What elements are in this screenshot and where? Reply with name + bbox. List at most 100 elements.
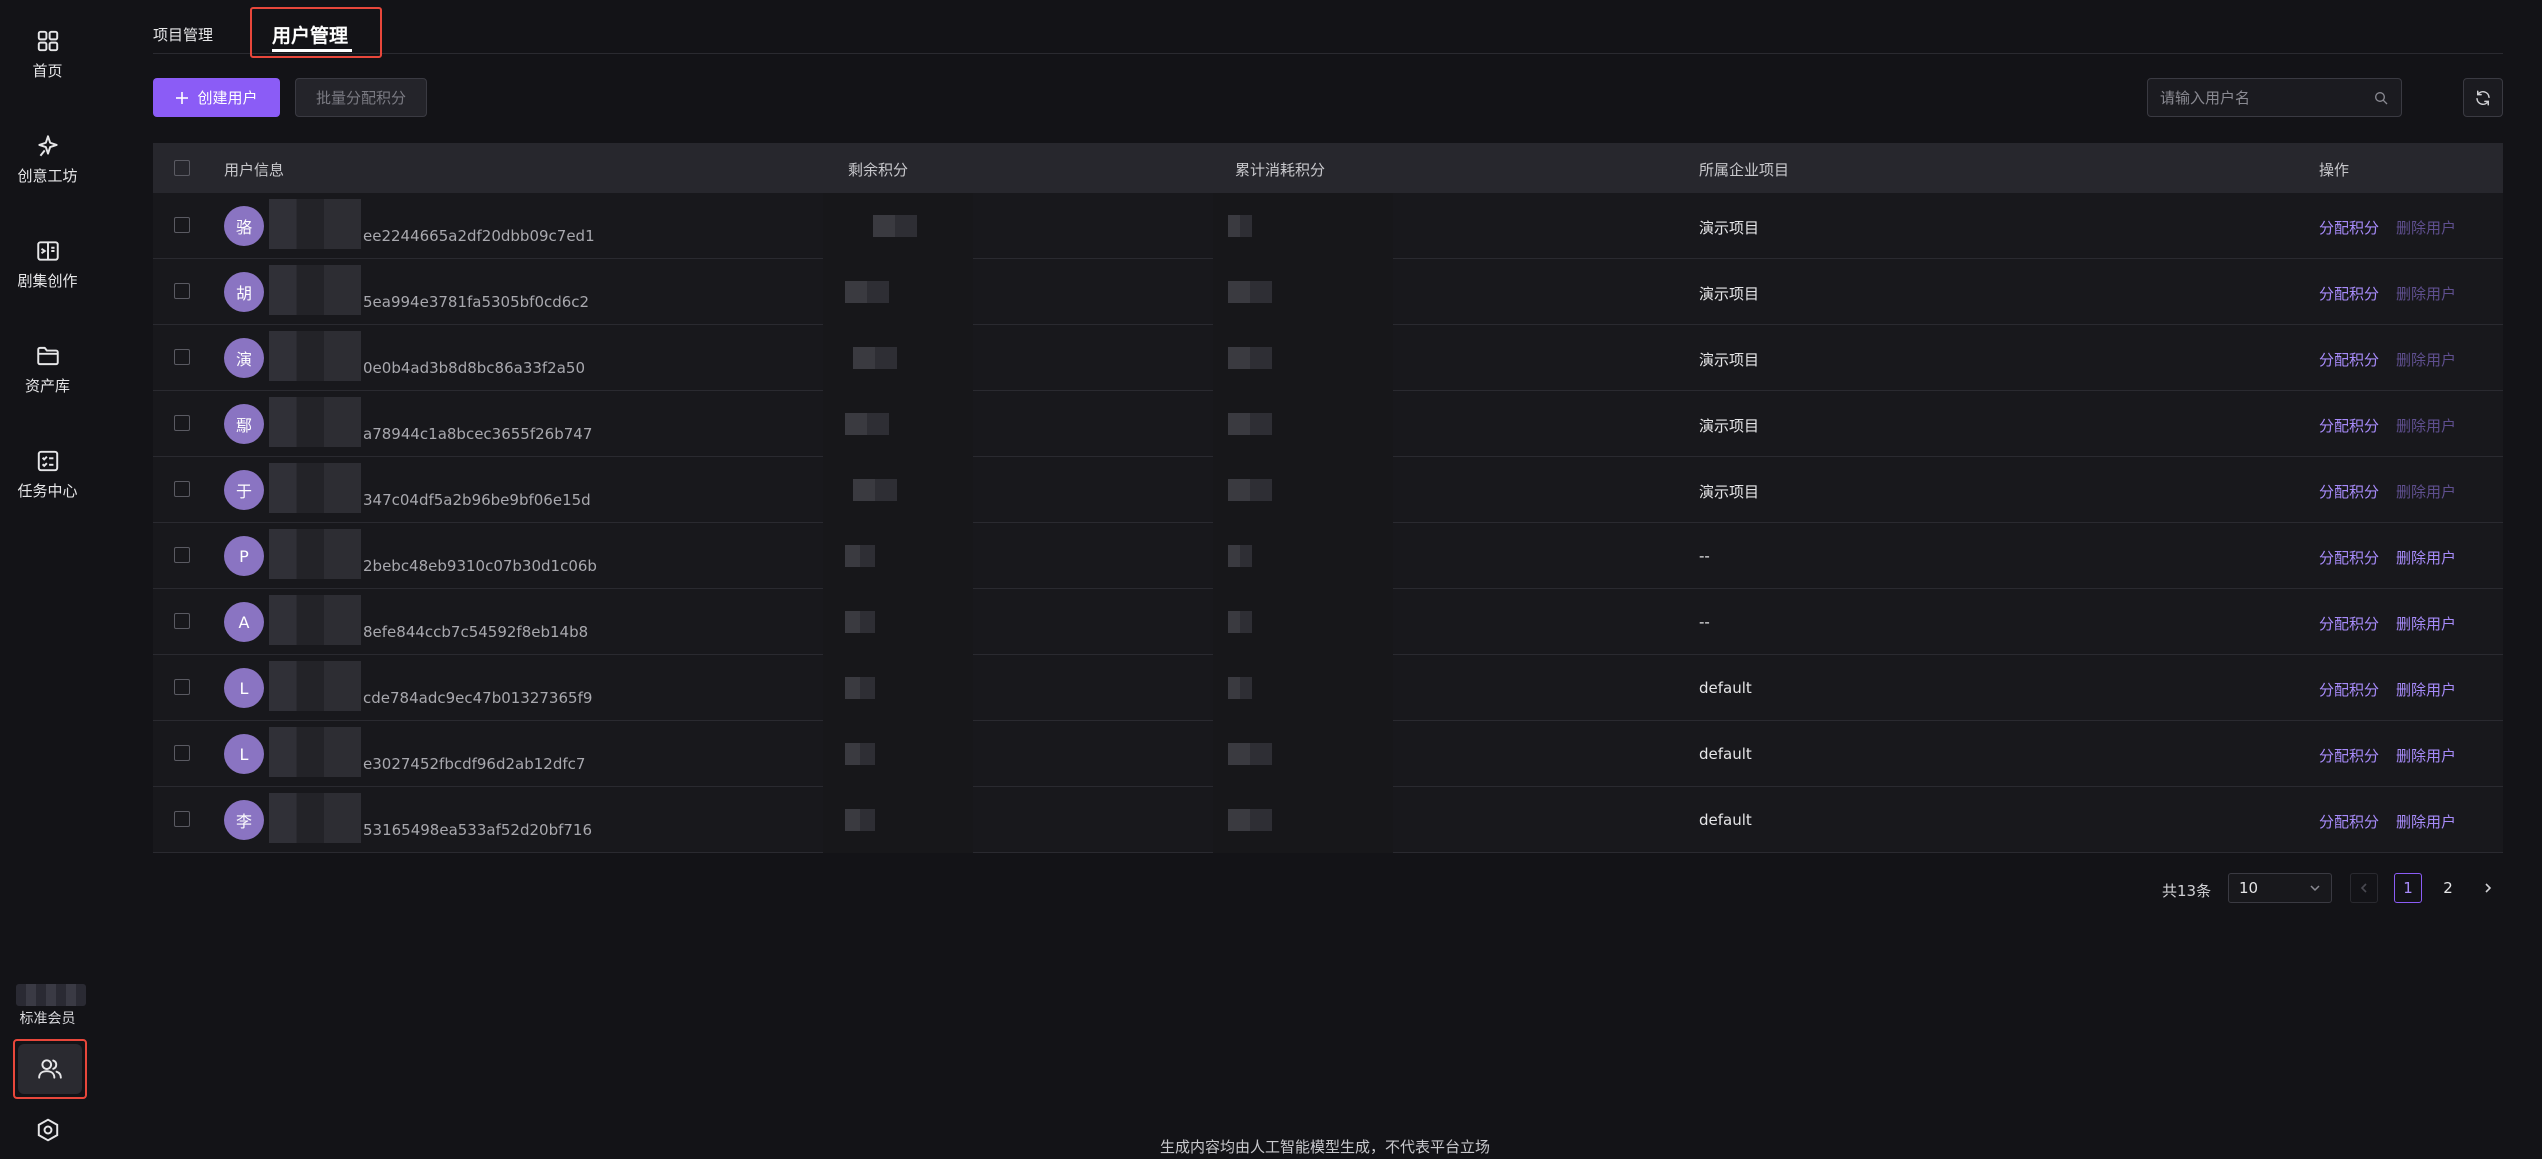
chevron-down-icon — [2310, 885, 2320, 892]
avatar: 胡 — [224, 272, 264, 312]
users-icon — [38, 1059, 62, 1079]
user-id: 8efe844ccb7c54592f8eb14b8 — [363, 623, 589, 641]
sparkle-pin-icon — [37, 135, 58, 157]
project-name: -- — [1699, 547, 1710, 565]
redacted-username — [269, 463, 361, 513]
page-size-select[interactable]: 10 — [2228, 873, 2332, 903]
project-name: 演示项目 — [1699, 219, 1760, 237]
delete-user-link[interactable]: 删除用户 — [2396, 217, 2456, 238]
task-list-icon — [37, 450, 58, 472]
redacted-remaining-points — [845, 281, 889, 303]
member-avatar[interactable] — [16, 984, 86, 1006]
redacted-remaining-points — [853, 479, 897, 501]
redacted-remaining-points — [845, 743, 875, 765]
table-row: 骆 ee2244665a2df20dbb09c7ed1 演示项目 分配积分 删除… — [153, 193, 2503, 259]
delete-user-link[interactable]: 删除用户 — [2396, 679, 2456, 700]
user-management-button[interactable] — [13, 1039, 87, 1099]
user-id: a78944c1a8bcec3655f26b747 — [363, 425, 593, 443]
row-checkbox[interactable] — [174, 415, 190, 431]
folder-icon — [36, 346, 59, 366]
user-id: 347c04df5a2b96be9bf06e15d — [363, 491, 591, 509]
assign-points-link[interactable]: 分配积分 — [2319, 481, 2379, 502]
prev-page-button[interactable] — [2350, 873, 2378, 903]
avatar: 鄢 — [224, 404, 264, 444]
sidebar-item-label: 创意工坊 — [17, 167, 78, 185]
search-icon[interactable] — [2373, 90, 2389, 106]
sidebar-item-series-creation[interactable]: 剧集创作 — [0, 238, 95, 318]
assign-points-link[interactable]: 分配积分 — [2319, 283, 2379, 304]
batch-assign-points-button[interactable]: 批量分配积分 — [295, 78, 427, 117]
avatar: P — [224, 536, 264, 576]
refresh-icon — [2476, 90, 2490, 105]
page-1-button[interactable]: 1 — [2394, 873, 2422, 903]
avatar-initial: 骆 — [235, 218, 252, 237]
row-checkbox[interactable] — [174, 349, 190, 365]
redacted-username — [269, 727, 361, 777]
chevron-right-icon — [2485, 883, 2492, 893]
sidebar-item-home[interactable]: 首页 — [0, 28, 95, 108]
sidebar-item-creative-workshop[interactable]: 创意工坊 — [0, 133, 95, 213]
create-user-label: 创建用户 — [197, 89, 258, 107]
row-checkbox[interactable] — [174, 481, 190, 497]
avatar: 演 — [224, 338, 264, 378]
project-name: 演示项目 — [1699, 285, 1760, 303]
plus-icon — [176, 91, 189, 104]
redacted-username — [269, 265, 361, 315]
row-checkbox[interactable] — [174, 811, 190, 827]
avatar-initial: L — [239, 678, 249, 698]
delete-user-link[interactable]: 删除用户 — [2396, 415, 2456, 436]
avatar: L — [224, 668, 264, 708]
redacted-consumed-points — [1228, 347, 1272, 369]
redacted-consumed-points — [1228, 611, 1252, 633]
header-consumed-points: 累计消耗积分 — [1235, 161, 1326, 179]
row-checkbox[interactable] — [174, 283, 190, 299]
delete-user-link[interactable]: 删除用户 — [2396, 283, 2456, 304]
username-search-input[interactable] — [2160, 88, 2373, 107]
redacted-remaining-points-area — [823, 457, 973, 523]
assign-points-link[interactable]: 分配积分 — [2319, 415, 2379, 436]
next-page-button[interactable] — [2474, 873, 2502, 903]
page-2-button[interactable]: 2 — [2434, 873, 2462, 903]
refresh-button[interactable] — [2463, 78, 2503, 117]
project-name: -- — [1699, 613, 1710, 631]
table-row: 鄢 a78944c1a8bcec3655f26b747 演示项目 分配积分 删除… — [153, 391, 2503, 457]
assign-points-link[interactable]: 分配积分 — [2319, 811, 2379, 832]
avatar: 骆 — [224, 206, 264, 246]
sidebar-item-label: 剧集创作 — [17, 272, 78, 290]
row-checkbox[interactable] — [174, 745, 190, 761]
delete-user-link[interactable]: 删除用户 — [2396, 349, 2456, 370]
sidebar-item-task-center[interactable]: 任务中心 — [0, 448, 95, 528]
redacted-username — [269, 331, 361, 381]
avatar-initial: 李 — [235, 812, 252, 831]
tab-user-management[interactable]: 用户管理 — [272, 21, 348, 48]
row-checkbox[interactable] — [174, 613, 190, 629]
row-checkbox[interactable] — [174, 217, 190, 233]
assign-points-link[interactable]: 分配积分 — [2319, 349, 2379, 370]
delete-user-link[interactable]: 删除用户 — [2396, 481, 2456, 502]
select-all-checkbox[interactable] — [174, 160, 190, 176]
user-id: 5ea994e3781fa5305bf0cd6c2 — [363, 293, 590, 311]
delete-user-link[interactable]: 删除用户 — [2396, 547, 2456, 568]
project-name: default — [1699, 811, 1752, 829]
avatar: L — [224, 734, 264, 774]
delete-user-link[interactable]: 删除用户 — [2396, 811, 2456, 832]
tab-project-management[interactable]: 项目管理 — [153, 24, 213, 45]
assign-points-link[interactable]: 分配积分 — [2319, 613, 2379, 634]
avatar: 李 — [224, 800, 264, 840]
assign-points-link[interactable]: 分配积分 — [2319, 547, 2379, 568]
delete-user-link[interactable]: 删除用户 — [2396, 613, 2456, 634]
assign-points-link[interactable]: 分配积分 — [2319, 217, 2379, 238]
create-user-button[interactable]: 创建用户 — [153, 78, 280, 117]
delete-user-link[interactable]: 删除用户 — [2396, 745, 2456, 766]
redacted-consumed-points — [1228, 677, 1252, 699]
table-row: L e3027452fbcdf96d2ab12dfc7 default 分配积分… — [153, 721, 2503, 787]
redacted-consumed-points — [1228, 413, 1272, 435]
row-checkbox[interactable] — [174, 679, 190, 695]
book-split-icon — [36, 241, 59, 261]
avatar-initial: 胡 — [235, 284, 252, 303]
avatar: 于 — [224, 470, 264, 510]
assign-points-link[interactable]: 分配积分 — [2319, 679, 2379, 700]
sidebar-item-asset-library[interactable]: 资产库 — [0, 343, 95, 423]
assign-points-link[interactable]: 分配积分 — [2319, 745, 2379, 766]
row-checkbox[interactable] — [174, 547, 190, 563]
